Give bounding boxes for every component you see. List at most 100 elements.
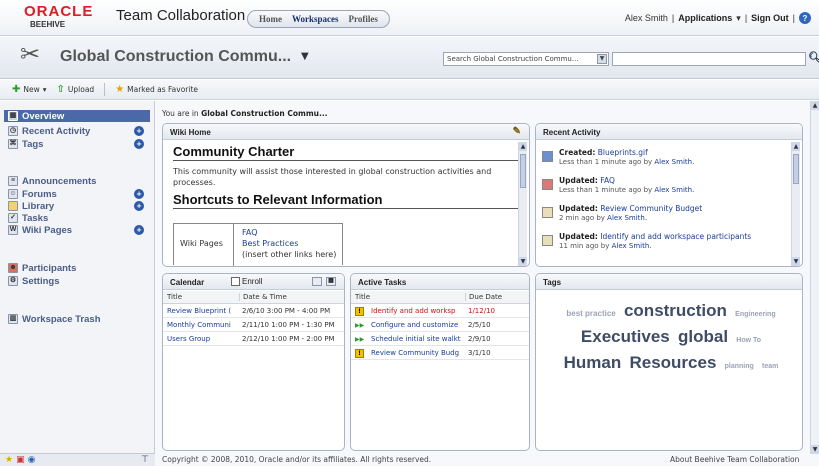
nav-home[interactable]: Home	[254, 14, 287, 24]
favorite-button[interactable]: ★ Marked as Favorite	[115, 84, 198, 95]
recent-scrollbar[interactable]: ▲ ▼	[791, 142, 800, 266]
top-bar: ORACLE BEEHIVE Team Collaboration Home W…	[0, 0, 819, 36]
scroll-thumb[interactable]	[793, 154, 799, 184]
tag-link[interactable]: Resources	[629, 353, 716, 372]
column-header-due[interactable]: Due Date	[465, 293, 502, 301]
table-row[interactable]: ! Identify and add worksp 1/12/10	[351, 305, 529, 318]
wiki-icon: W	[8, 225, 18, 235]
scroll-down-icon[interactable]: ▼	[811, 445, 819, 454]
calendar-add-icon[interactable]: ▦	[326, 277, 336, 286]
sidebar-item-forums[interactable]: ☺ Forums	[8, 188, 57, 200]
sidebar-item-wiki[interactable]: W Wiki Pages	[8, 224, 72, 236]
chevron-down-icon[interactable]: ▾	[43, 85, 47, 94]
about-link[interactable]: About Beehive Team Collaboration	[670, 455, 799, 464]
scroll-up-icon[interactable]: ▲	[519, 142, 527, 151]
expand-tags-icon[interactable]: +	[134, 139, 144, 149]
calendar-view-icon[interactable]	[312, 277, 322, 286]
star-icon[interactable]: ★	[5, 455, 13, 465]
signout-link[interactable]: Sign Out	[751, 13, 789, 23]
activity-target-link[interactable]: Review Community Budget	[600, 204, 702, 213]
sidebar-item-overview[interactable]: ▦ Overview	[4, 110, 150, 122]
activity-user-link[interactable]: Alex Smith.	[607, 214, 647, 222]
activity-user-link[interactable]: Alex Smith.	[612, 242, 652, 250]
tag-link[interactable]: best practice	[566, 309, 615, 318]
wiki-link-faq[interactable]: FAQ	[242, 228, 258, 237]
table-row[interactable]: Review Blueprint ( 2/6/10 3:00 PM - 4:00…	[163, 305, 344, 318]
globe-icon[interactable]: ◉	[28, 455, 36, 465]
sidebar-item-announcements[interactable]: ≡ Announcements	[8, 175, 96, 187]
table-row[interactable]: ▶▶ Configure and customize 2/5/10	[351, 319, 529, 332]
task-title-link[interactable]: Identify and add worksp	[371, 307, 463, 315]
tag-link[interactable]: planning	[725, 363, 754, 370]
table-row[interactable]: ▶▶ Schedule initial site walkt 2/9/10	[351, 333, 529, 346]
event-title-link[interactable]: Users Group	[167, 335, 237, 343]
edit-pencil-icon[interactable]: ✎	[513, 126, 521, 137]
activity-target-link[interactable]: Blueprints.gif	[598, 148, 648, 157]
sidebar-item-tags[interactable]: ⌘ Tags	[8, 138, 43, 150]
event-title-link[interactable]: Monthly Communi	[167, 321, 237, 329]
chevron-down-icon[interactable]: ▼	[597, 54, 607, 64]
expand-wiki-icon[interactable]: +	[134, 225, 144, 235]
pin-icon[interactable]: ⊤	[141, 455, 149, 465]
wiki-scrollbar[interactable]: ▲ ▼	[518, 142, 527, 266]
tag-link[interactable]: global	[678, 327, 728, 346]
help-icon[interactable]: ?	[799, 12, 811, 24]
workspace-title[interactable]: Global Construction Commu...	[60, 48, 291, 66]
sidebar-item-label: Forums	[22, 188, 57, 200]
task-title-link[interactable]: Schedule initial site walkt	[371, 335, 463, 343]
activity-target-link[interactable]: Identify and add workspace participants	[600, 232, 751, 241]
tag-link[interactable]: construction	[624, 301, 727, 320]
chevron-down-icon[interactable]: ▾	[736, 13, 741, 24]
sidebar-item-participants[interactable]: ☻ Participants	[8, 262, 76, 274]
upload-button[interactable]: ⇧ Upload	[57, 84, 95, 95]
event-title-link[interactable]: Review Blueprint (	[167, 307, 237, 315]
applications-menu[interactable]: Applications	[678, 13, 732, 23]
table-row[interactable]: ! Review Community Budg 3/1/10	[351, 347, 529, 360]
tag-link[interactable]: team	[762, 363, 778, 370]
scroll-up-icon[interactable]: ▲	[811, 101, 819, 110]
wiki-title: Wiki Home	[170, 128, 211, 137]
enroll-checkbox[interactable]	[231, 277, 240, 286]
expand-recent-icon[interactable]: +	[134, 126, 144, 136]
scroll-down-icon[interactable]: ▼	[519, 257, 527, 266]
scroll-down-icon[interactable]: ▼	[792, 257, 800, 266]
scroll-thumb[interactable]	[520, 154, 526, 188]
page-scrollbar[interactable]: ▲ ▼	[810, 101, 819, 454]
search-input[interactable]	[612, 52, 806, 66]
nav-workspaces[interactable]: Workspaces	[287, 14, 344, 24]
column-header-title[interactable]: Title	[167, 293, 182, 301]
sidebar-item-recent-activity[interactable]: ◷ Recent Activity	[8, 125, 90, 137]
table-row[interactable]: Monthly Communi 2/11/10 1:00 PM - 1:30 P…	[163, 319, 344, 332]
trash-icon: ▥	[8, 314, 18, 324]
sidebar-item-tasks[interactable]: ✓ Tasks	[8, 212, 48, 224]
sidebar-item-settings[interactable]: ⚙ Settings	[8, 275, 59, 287]
activity-action: Created:	[559, 148, 596, 157]
search-icon[interactable]: 🔍︎	[808, 51, 819, 64]
feed-icon[interactable]: ▣	[16, 455, 25, 465]
activity-target-link[interactable]: FAQ	[600, 176, 615, 185]
sidebar-item-library[interactable]: Library	[8, 200, 54, 212]
task-title-link[interactable]: Review Community Budg	[371, 349, 463, 357]
scroll-up-icon[interactable]: ▲	[792, 142, 800, 151]
activity-user-link[interactable]: Alex Smith.	[654, 158, 694, 166]
user-name[interactable]: Alex Smith	[625, 13, 668, 23]
new-button[interactable]: ✚ New ▾	[12, 84, 47, 95]
table-row[interactable]: Users Group 2/12/10 1:00 PM - 2:00 PM	[163, 333, 344, 346]
task-title-link[interactable]: Configure and customize	[371, 321, 463, 329]
workspace-dropdown-icon[interactable]: ▼	[301, 51, 309, 62]
participants-icon: ☻	[8, 263, 18, 273]
tag-link[interactable]: Executives	[581, 327, 670, 346]
activity-user-link[interactable]: Alex Smith.	[654, 186, 694, 194]
search-scope-select[interactable]: Search Global Construction Commu... ▼	[443, 52, 609, 66]
task-due-date: 1/12/10	[468, 307, 495, 315]
expand-library-icon[interactable]: +	[134, 201, 144, 211]
nav-profiles[interactable]: Profiles	[344, 14, 383, 24]
tag-link[interactable]: Human	[564, 353, 622, 372]
wiki-link-best-practices[interactable]: Best Practices	[242, 239, 298, 248]
tag-link[interactable]: Engineering	[735, 311, 775, 318]
tag-link[interactable]: How To	[736, 337, 761, 344]
column-header-date[interactable]: Date & Time	[239, 293, 287, 301]
sidebar-item-trash[interactable]: ▥ Workspace Trash	[8, 313, 101, 325]
expand-forums-icon[interactable]: +	[134, 189, 144, 199]
column-header-title[interactable]: Title	[355, 293, 370, 301]
